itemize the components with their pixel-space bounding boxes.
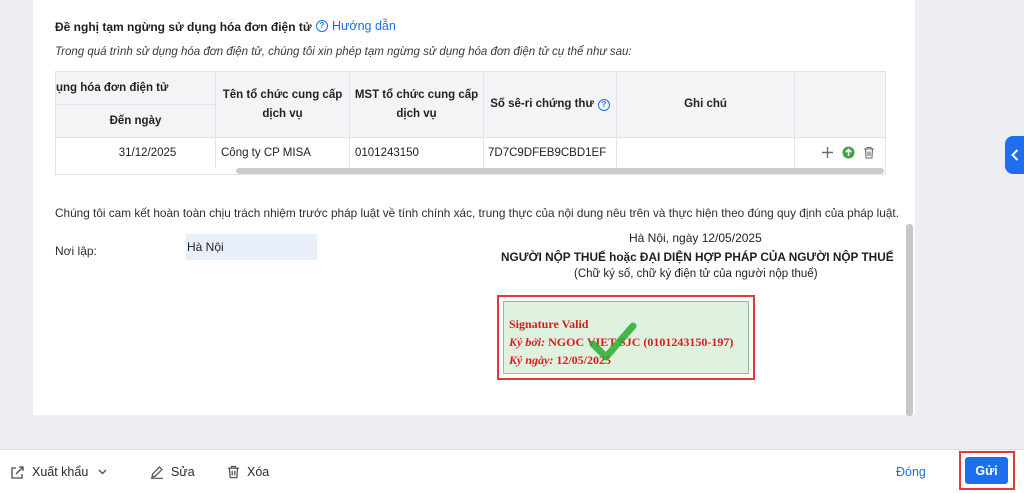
- signed-by-label: Ký bởi:: [509, 335, 546, 349]
- suspension-table: ụng hóa đơn điện tử Đến ngày Tên tổ chức…: [55, 71, 886, 175]
- place-input[interactable]: [186, 234, 317, 260]
- col-serial-label: Số sê-ri chứng thư: [490, 98, 594, 111]
- chevron-down-icon: [98, 469, 107, 475]
- col-provider: Tên tổ chức cung cấp dịch vụ: [216, 72, 350, 138]
- section-title: Đề nghị tạm ngừng sử dụng hóa đơn điện t…: [55, 20, 312, 34]
- pencil-icon: [151, 466, 163, 479]
- trash-icon: [228, 465, 239, 479]
- footer-toolbar: Xuất khẩu Sửa Xóa Đóng: [0, 449, 1024, 493]
- signature-box[interactable]: Signature Valid Ký bởi: NGOC VIET SJC (0…: [503, 301, 749, 374]
- checkmark-icon: [589, 322, 637, 361]
- intro-text: Trong quá trình sử dụng hóa đơn điện tử,…: [55, 46, 632, 58]
- signature-note: (Chữ ký số, chữ ký điện tử của người nộp…: [574, 268, 818, 280]
- edit-button[interactable]: Sửa: [150, 450, 195, 493]
- help-link-label: Hướng dẫn: [332, 19, 396, 33]
- side-panel-toggle[interactable]: [1005, 136, 1024, 174]
- delete-button[interactable]: Xóa: [227, 450, 269, 493]
- col-group-header: ụng hóa đơn điện tử: [56, 72, 216, 105]
- upload-icon[interactable]: [842, 146, 855, 164]
- help-link[interactable]: ? Hướng dẫn: [316, 19, 396, 33]
- add-row-icon[interactable]: [821, 146, 834, 164]
- vertical-scrollbar[interactable]: [906, 224, 913, 416]
- export-icon: [11, 465, 24, 479]
- question-icon[interactable]: ?: [597, 98, 610, 111]
- cell-tax-id[interactable]: 0101243150: [350, 138, 484, 168]
- signed-by-value: NGOC VIET SJC (0101243150-197): [548, 335, 734, 349]
- edit-label: Sửa: [171, 465, 195, 479]
- commitment-text: Chúng tôi cam kết hoàn toàn chịu trách n…: [55, 206, 899, 220]
- cell-to-date[interactable]: 31/12/2025: [56, 138, 216, 168]
- signature-date-line: Hà Nội, ngày 12/05/2025: [629, 231, 762, 245]
- trash-icon[interactable]: [863, 146, 875, 164]
- chevron-left-icon: [1010, 149, 1018, 161]
- export-label: Xuất khẩu: [32, 465, 89, 479]
- row-actions: [821, 146, 875, 164]
- export-button[interactable]: Xuất khẩu: [10, 450, 107, 493]
- col-actions: [795, 72, 885, 138]
- close-button[interactable]: Đóng: [896, 450, 926, 493]
- place-label: Nơi lập:: [55, 244, 97, 258]
- signature-role: NGƯỜI NỘP THUẾ hoặc ĐẠI DIỆN HỢP PHÁP CỦ…: [501, 250, 894, 264]
- send-button[interactable]: Gửi: [965, 457, 1008, 484]
- horizontal-scrollbar[interactable]: [236, 168, 884, 174]
- send-highlight: Gửi: [959, 451, 1015, 490]
- main-card: Đề nghị tạm ngừng sử dụng hóa đơn điện t…: [33, 0, 915, 415]
- col-note: Ghi chú: [617, 72, 795, 138]
- cell-serial[interactable]: 7D7C9DFEB9CBD1EF: [484, 138, 617, 168]
- col-serial: Số sê-ri chứng thư ?: [484, 72, 617, 138]
- delete-label: Xóa: [247, 465, 270, 479]
- signed-date-label: Ký ngày:: [509, 353, 554, 367]
- signature-highlight: Signature Valid Ký bởi: NGOC VIET SJC (0…: [497, 295, 755, 380]
- col-to-date: Đến ngày: [56, 105, 216, 138]
- col-tax-id: MST tổ chức cung cấp dịch vụ: [350, 72, 484, 138]
- cell-provider[interactable]: Công ty CP MISA: [216, 138, 350, 168]
- cell-note[interactable]: [617, 138, 795, 168]
- question-icon: ?: [316, 20, 328, 32]
